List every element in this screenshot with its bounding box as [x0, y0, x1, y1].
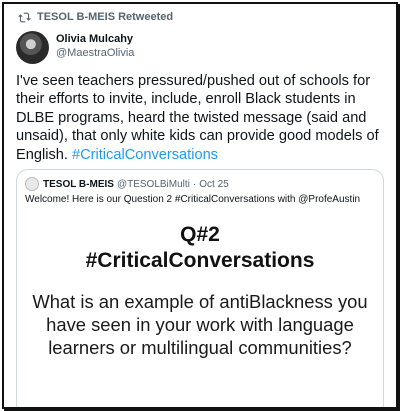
tweet-text: I've seen teachers pressured/pushed out …	[16, 72, 394, 164]
quoted-avatar	[25, 177, 39, 191]
question-number: Q#2	[180, 223, 220, 246]
retweet-label: TESOL B-MEIS Retweeted	[37, 11, 174, 23]
quoted-author-name: TESOL B-MEIS	[43, 178, 114, 190]
author-name[interactable]: Olivia Mulcahy	[56, 32, 134, 46]
quoted-tweet-header: TESOL B-MEIS @TESOLBiMulti · Oct 25	[25, 177, 229, 191]
retweet-header[interactable]: TESOL B-MEIS Retweeted	[18, 11, 173, 23]
author-handle[interactable]: @MaestraOlivia	[56, 46, 134, 60]
quoted-tweet-text: Welcome! Here is our Question 2 #Critica…	[25, 194, 361, 205]
avatar[interactable]	[16, 31, 49, 64]
tweet-card: TESOL B-MEIS Retweeted Olivia Mulcahy @M…	[2, 2, 398, 409]
quoted-date: Oct 25	[199, 178, 229, 190]
quoted-author-handle: @TESOLBiMulti	[116, 178, 190, 190]
tweet-author[interactable]: Olivia Mulcahy @MaestraOlivia	[56, 32, 134, 60]
question-text: What is an example of antiBlackness you …	[32, 291, 368, 358]
quoted-image[interactable]: Q#2 #CriticalConversations What is an ex…	[17, 214, 383, 407]
header-separator: ·	[192, 178, 197, 190]
hashtag-link[interactable]: #CriticalConversations	[72, 147, 218, 163]
image-hashtag: #CriticalConversations	[85, 249, 315, 272]
quoted-tweet[interactable]: TESOL B-MEIS @TESOLBiMulti · Oct 25 Welc…	[16, 169, 384, 407]
retweet-icon	[18, 12, 31, 22]
